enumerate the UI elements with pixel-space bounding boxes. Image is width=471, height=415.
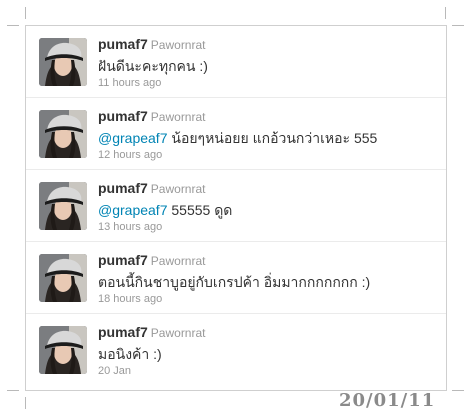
avatar[interactable]: [39, 254, 87, 302]
tweet-fullname: Pawornrat: [150, 110, 206, 124]
avatar-photo: [39, 110, 87, 158]
avatar-photo: [39, 182, 87, 230]
tweet-timestamp[interactable]: 20 Jan: [98, 364, 438, 378]
crop-mark: [452, 25, 464, 26]
tweet-text-content: น้อยๆหน่อยย แกอ้วนกว่าเหอะ 555: [167, 130, 378, 146]
tweet-text: มอนิงค้า :): [98, 345, 438, 363]
tweet-item: pumaf7 Pawornrat ฝันดีนะคะทุกคน :) 11 hou…: [26, 26, 446, 98]
tweet-fullname: Pawornrat: [150, 326, 206, 340]
crop-mark: [445, 7, 446, 19]
crop-mark: [25, 397, 26, 409]
tweet-text-content: 55555 ดูด: [167, 202, 233, 218]
crop-mark: [7, 390, 19, 391]
date-stamp: 20/01/11: [339, 390, 436, 411]
avatar-photo: [39, 326, 87, 374]
tweet-text: ฝันดีนะคะทุกคน :): [98, 57, 438, 75]
avatar[interactable]: [39, 326, 87, 374]
tweet-username[interactable]: pumaf7: [98, 180, 148, 196]
avatar[interactable]: [39, 182, 87, 230]
tweet-mention-link[interactable]: @grapeaf7: [98, 130, 167, 146]
tweet-username[interactable]: pumaf7: [98, 108, 148, 124]
avatar[interactable]: [39, 38, 87, 86]
tweet-timestamp[interactable]: 18 hours ago: [98, 292, 438, 306]
tweet-text: @grapeaf7 55555 ดูด: [98, 201, 438, 219]
tweet-fullname: Pawornrat: [150, 254, 206, 268]
tweet-username[interactable]: pumaf7: [98, 36, 148, 52]
tweet-text-content: ฝันดีนะคะทุกคน :): [98, 58, 208, 74]
avatar-photo: [39, 38, 87, 86]
crop-mark: [452, 390, 464, 391]
tweet-text: @grapeaf7 น้อยๆหน่อยย แกอ้วนกว่าเหอะ 555: [98, 129, 438, 147]
tweet-text: ตอนนี้กินชาบูอยู่กับเกรปค้า อิ่มมากกกกกก…: [98, 273, 438, 291]
tweet-mention-link[interactable]: @grapeaf7: [98, 202, 167, 218]
tweet-text-content: มอนิงค้า :): [98, 346, 162, 362]
tweet-fullname: Pawornrat: [150, 38, 206, 52]
tweet-text-content: ตอนนี้กินชาบูอยู่กับเกรปค้า อิ่มมากกกกกก…: [98, 274, 371, 290]
crop-mark: [25, 7, 26, 19]
tweet-item: pumaf7 Pawornrat @grapeaf7 55555 ดูด 13 h…: [26, 170, 446, 242]
tweet-timestamp[interactable]: 12 hours ago: [98, 148, 438, 162]
tweet-fullname: Pawornrat: [150, 182, 206, 196]
tweet-timestamp[interactable]: 11 hours ago: [98, 76, 438, 90]
crop-mark: [7, 25, 19, 26]
tweet-username[interactable]: pumaf7: [98, 324, 148, 340]
avatar[interactable]: [39, 110, 87, 158]
tweet-item: pumaf7 Pawornrat มอนิงค้า :) 20 Jan: [26, 314, 446, 386]
tweet-feed: pumaf7 Pawornrat ฝันดีนะคะทุกคน :) 11 hou…: [25, 25, 447, 391]
tweet-item: pumaf7 Pawornrat ตอนนี้กินชาบูอยู่กับเกรป…: [26, 242, 446, 314]
tweet-username[interactable]: pumaf7: [98, 252, 148, 268]
tweet-item: pumaf7 Pawornrat @grapeaf7 น้อยๆหน่อยย แก…: [26, 98, 446, 170]
avatar-photo: [39, 254, 87, 302]
tweet-timestamp[interactable]: 13 hours ago: [98, 220, 438, 234]
